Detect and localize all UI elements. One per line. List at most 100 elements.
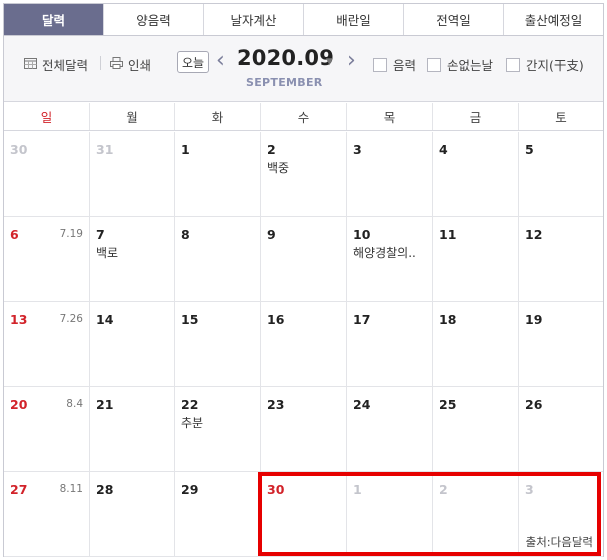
month-english-name: SEPTEMBER: [246, 76, 323, 89]
day-number: 20: [10, 397, 28, 412]
day-cell[interactable]: 8: [174, 217, 260, 302]
tab-lunar-solar[interactable]: 양음력: [103, 4, 203, 35]
day-cell[interactable]: 6 7.19: [4, 217, 89, 302]
lunar-date: 7.26: [59, 313, 83, 325]
day-event[interactable]: 해양경찰의..: [353, 244, 416, 261]
day-number: 27: [10, 482, 28, 497]
weekday-sat: 토: [518, 103, 603, 130]
day-event[interactable]: 백로: [96, 244, 118, 261]
auspicious-day-checkbox[interactable]: 손없는날: [427, 55, 493, 74]
day-cell[interactable]: 1: [174, 132, 260, 217]
day-number: 15: [181, 312, 199, 327]
day-number: 31: [96, 142, 114, 157]
full-calendar-button[interactable]: 전체달력: [24, 55, 88, 74]
lunar-date: 8.4: [66, 398, 83, 410]
day-cell[interactable]: 5: [518, 132, 603, 217]
day-cell[interactable]: 30: [4, 132, 89, 217]
day-number: 2: [267, 142, 276, 157]
ganji-checkbox[interactable]: 간지(干支): [506, 55, 584, 74]
day-cell[interactable]: 25: [432, 387, 518, 472]
day-cell[interactable]: 9: [260, 217, 346, 302]
day-cell[interactable]: 31: [89, 132, 174, 217]
day-cell[interactable]: 1: [346, 472, 432, 557]
day-number: 7: [96, 227, 105, 242]
weekday-mon: 월: [89, 103, 174, 130]
current-year-month: 2020.09: [237, 46, 335, 70]
tab-discharge-date[interactable]: 전역일: [403, 4, 503, 35]
day-cell[interactable]: 4: [432, 132, 518, 217]
day-number: 5: [525, 142, 534, 157]
weekday-thu: 목: [346, 103, 432, 130]
day-event[interactable]: 백중: [267, 159, 289, 176]
checkbox-box[interactable]: [427, 57, 441, 72]
day-cell[interactable]: 22 추분: [174, 387, 260, 472]
lunar-date: 7.19: [59, 228, 83, 240]
day-number: 3: [353, 142, 362, 157]
day-event[interactable]: 추분: [181, 414, 203, 431]
checkbox-box[interactable]: [506, 57, 520, 72]
day-cell[interactable]: 19: [518, 302, 603, 387]
day-cell[interactable]: 26: [518, 387, 603, 472]
day-number: 28: [96, 482, 114, 497]
month-dropdown-caret-icon[interactable]: ▼: [326, 57, 333, 67]
printer-icon: [110, 57, 123, 72]
day-number: 1: [181, 142, 190, 157]
day-number: 23: [267, 397, 285, 412]
day-number: 17: [353, 312, 371, 327]
weekday-sun: 일: [40, 110, 53, 125]
day-cell[interactable]: 12: [518, 217, 603, 302]
day-number: 3: [525, 482, 534, 497]
day-cell[interactable]: 10 해양경찰의..: [346, 217, 432, 302]
weekday-tue: 화: [174, 103, 260, 130]
calendar-grid: 30 31 1 2 백중 3 4 5 6 7.19 7 백로 8 9 10 해양경찰의.. 11 12 13 7.26…: [4, 132, 603, 557]
day-number: 2: [439, 482, 448, 497]
day-cell[interactable]: 17: [346, 302, 432, 387]
day-cell[interactable]: 7 백로: [89, 217, 174, 302]
day-number: 14: [96, 312, 114, 327]
print-label: 인쇄: [128, 58, 152, 73]
weekday-header: 일 월 화 수 목 금 토: [4, 103, 603, 131]
day-cell[interactable]: 16: [260, 302, 346, 387]
day-cell[interactable]: 2: [432, 472, 518, 557]
day-cell[interactable]: 13 7.26: [4, 302, 89, 387]
prev-month-chevron-left-icon[interactable]: ‹: [216, 49, 225, 73]
day-cell[interactable]: 30: [260, 472, 346, 557]
day-number: 24: [353, 397, 371, 412]
day-number: 8: [181, 227, 190, 242]
day-cell[interactable]: 11: [432, 217, 518, 302]
day-cell[interactable]: 18: [432, 302, 518, 387]
day-cell[interactable]: 29: [174, 472, 260, 557]
weekday-wed: 수: [260, 103, 346, 130]
tab-date-calc[interactable]: 날자계산: [203, 4, 303, 35]
day-number: 18: [439, 312, 457, 327]
day-cell[interactable]: 2 백중: [260, 132, 346, 217]
day-cell[interactable]: 27 8.11: [4, 472, 89, 557]
day-cell[interactable]: 21: [89, 387, 174, 472]
day-number: 13: [10, 312, 28, 327]
day-number: 6: [10, 227, 19, 242]
today-button[interactable]: 오늘: [177, 51, 209, 73]
weekday-fri: 금: [432, 103, 518, 130]
tab-calendar[interactable]: 달력: [4, 4, 103, 35]
toolbar-divider: [100, 56, 101, 70]
day-cell[interactable]: 24: [346, 387, 432, 472]
lunar-date: 8.11: [59, 483, 83, 495]
day-number: 16: [267, 312, 285, 327]
day-cell[interactable]: 28: [89, 472, 174, 557]
day-number: 1: [353, 482, 362, 497]
full-calendar-label: 전체달력: [42, 58, 89, 73]
next-month-chevron-right-icon[interactable]: ›: [347, 49, 356, 73]
lunar-checkbox[interactable]: 음력: [373, 55, 416, 74]
print-button[interactable]: 인쇄: [110, 55, 151, 74]
checkbox-box[interactable]: [373, 57, 387, 72]
day-number: 30: [267, 482, 285, 497]
day-cell[interactable]: 20 8.4: [4, 387, 89, 472]
day-number: 25: [439, 397, 457, 412]
day-cell[interactable]: 3: [346, 132, 432, 217]
day-number: 10: [353, 227, 371, 242]
day-cell[interactable]: 23: [260, 387, 346, 472]
day-cell[interactable]: 15: [174, 302, 260, 387]
tab-ovulation[interactable]: 배란일: [303, 4, 403, 35]
tab-due-date[interactable]: 출산예정일: [503, 4, 603, 35]
day-cell[interactable]: 14: [89, 302, 174, 387]
